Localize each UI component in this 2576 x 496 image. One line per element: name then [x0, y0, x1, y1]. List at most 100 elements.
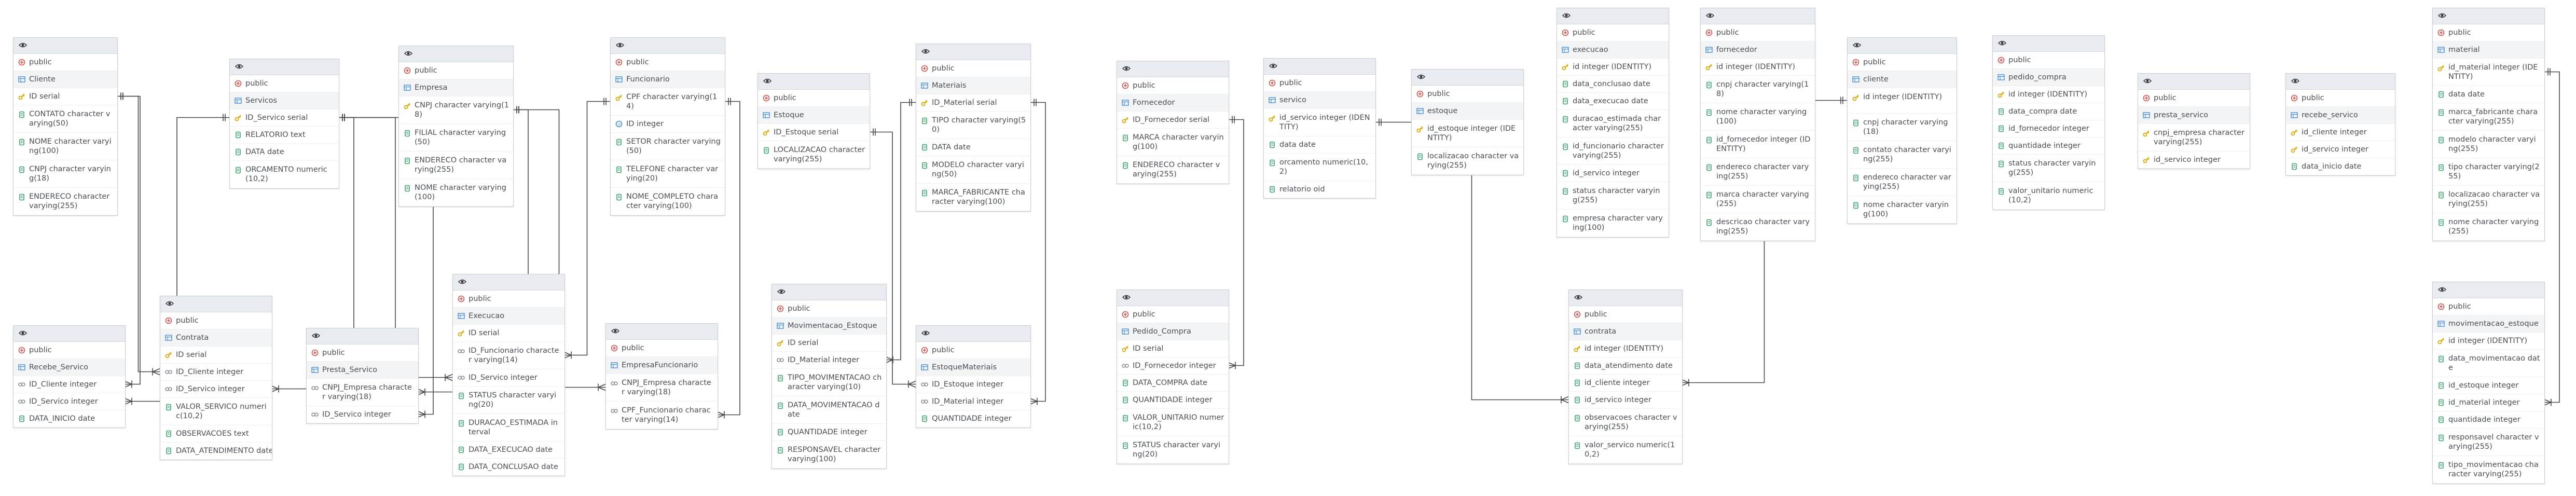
column-row[interactable]: id_servico integer (IDENTITY) [1264, 109, 1375, 136]
column-row[interactable]: OBSERVACOES text [160, 425, 272, 443]
er-diagram-canvas[interactable]: public Cliente ID serial CONTATO character … [0, 0, 2576, 496]
column-row[interactable]: quantidade integer [2433, 411, 2544, 429]
column-row[interactable]: id_estoque integer (IDENTITY) [1412, 120, 1523, 147]
column-row[interactable]: duracao_estimada character varying(255) [1557, 110, 1669, 137]
table-estoquemat1[interactable]: public EstoqueMateriais ID_Estoque integer… [916, 325, 1031, 428]
table-header[interactable] [1569, 290, 1682, 306]
column-row[interactable]: ID serial [160, 347, 272, 364]
table-name-row[interactable]: pedido_compra [1993, 69, 2104, 86]
table-name-row[interactable]: Movimentacao_Estoque [772, 318, 886, 335]
column-row[interactable]: U ID integer [611, 116, 725, 133]
column-row[interactable]: DATA date [916, 139, 1030, 156]
column-row[interactable]: SETOR character varying(50) [611, 133, 725, 160]
table-name-row[interactable]: cliente [1848, 71, 1957, 88]
column-row[interactable]: id integer (IDENTITY) [1557, 59, 1669, 76]
column-row[interactable]: ID_Servico integer [13, 393, 125, 410]
column-row[interactable]: DATA_INICIO date [13, 410, 125, 428]
table-name-row[interactable]: Cliente [13, 71, 117, 88]
column-row[interactable]: NOME character varying(100) [13, 133, 117, 160]
table-name-row[interactable]: Materiais [916, 77, 1030, 94]
table-header[interactable] [606, 324, 718, 340]
table-name-row[interactable]: Servicos [230, 92, 339, 109]
table-header[interactable] [399, 46, 513, 62]
column-row[interactable]: DATA date [230, 144, 339, 161]
column-row[interactable]: ID_Estoque integer [916, 376, 1030, 393]
table-estoque1[interactable]: public Estoque ID_Estoque serial LOCALIZACA… [757, 73, 870, 169]
column-row[interactable]: data_atendimento date [1569, 357, 1682, 375]
table-header[interactable] [758, 74, 870, 90]
column-row[interactable]: status character varying(255) [1557, 182, 1669, 210]
column-row[interactable]: id_cliente integer [1569, 375, 1682, 392]
eye-icon[interactable] [2438, 12, 2446, 19]
column-row[interactable]: CPF character varying(14) [611, 88, 725, 116]
column-row[interactable]: cnpj character varying(18) [1701, 76, 1815, 103]
eye-icon[interactable] [404, 50, 412, 57]
column-row[interactable]: id_funcionario character varying(255) [1557, 137, 1669, 165]
column-row[interactable]: ID_Material serial [916, 94, 1030, 112]
column-row[interactable]: nome character varying(100) [1848, 196, 1957, 224]
table-header[interactable] [1264, 59, 1375, 75]
column-row[interactable]: orcamento numeric(10,2) [1264, 154, 1375, 181]
eye-icon[interactable] [1706, 12, 1714, 19]
table-estoque2[interactable]: public estoque id_estoque integer (IDENTIT… [1411, 69, 1524, 175]
column-row[interactable]: data date [1264, 136, 1375, 154]
table-header[interactable] [772, 284, 886, 300]
column-row[interactable]: ID_Cliente integer [13, 376, 125, 393]
eye-icon[interactable] [1998, 40, 2006, 46]
column-row[interactable]: ID serial [453, 325, 564, 342]
table-name-row[interactable]: EstoqueMateriais [916, 359, 1030, 376]
column-row[interactable]: id integer (IDENTITY) [1993, 86, 2104, 103]
column-row[interactable]: id integer (IDENTITY) [1701, 59, 1815, 76]
column-row[interactable]: data date [2433, 86, 2544, 103]
table-header[interactable] [13, 38, 117, 54]
table-material2[interactable]: public material id_material integer (IDENT… [2432, 8, 2545, 241]
column-row[interactable]: ID_Servico integer [453, 369, 564, 387]
column-row[interactable]: cnpj character varying(18) [1848, 114, 1957, 141]
table-materiais1[interactable]: public Materiais ID_Material serial TIPO ch… [916, 44, 1031, 212]
column-row[interactable]: id_servico integer [1569, 392, 1682, 409]
table-header[interactable] [1117, 290, 1229, 306]
table-header[interactable] [1557, 8, 1669, 24]
column-row[interactable]: tipo_movimentacao character varying(255) [2433, 456, 2544, 484]
column-row[interactable]: data_inicio date [2286, 158, 2395, 175]
column-row[interactable]: ID_Servico integer [307, 406, 418, 423]
table-header[interactable] [1117, 61, 1229, 77]
table-name-row[interactable]: material [2433, 42, 2544, 59]
table-header[interactable] [307, 328, 418, 345]
table-movest1[interactable]: public Movimentacao_Estoque ID serial ID_Ma… [772, 284, 887, 469]
eye-icon[interactable] [616, 42, 624, 48]
table-cliente2[interactable]: public cliente id integer (IDENTITY) cnpj c… [1847, 37, 1957, 224]
column-row[interactable]: TIPO character varying(50) [916, 112, 1030, 139]
column-row[interactable]: TIPO_MOVIMENTACAO character varying(10) [772, 369, 886, 396]
table-name-row[interactable]: presta_servico [2138, 107, 2250, 124]
column-row[interactable]: id_estoque integer [2433, 377, 2544, 394]
eye-icon[interactable] [1853, 42, 1861, 48]
table-header[interactable] [1848, 38, 1957, 54]
column-row[interactable]: CNPJ_Empresa character varying(18) [606, 374, 718, 402]
table-contrata2[interactable]: public contrata id integer (IDENTITY) data_… [1568, 290, 1683, 464]
table-fornecedor2[interactable]: public fornecedor id integer (IDENTITY) cnp… [1700, 8, 1815, 241]
table-header[interactable] [2138, 74, 2250, 90]
column-row[interactable]: responsavel character varying(255) [2433, 429, 2544, 456]
table-header[interactable] [2433, 282, 2544, 298]
column-row[interactable]: ID_Fornecedor serial [1117, 112, 1229, 129]
eye-icon[interactable] [1122, 65, 1131, 72]
table-name-row[interactable]: Execucao [453, 308, 564, 325]
column-row[interactable]: NOME_COMPLETO character varying(100) [611, 188, 725, 215]
table-name-row[interactable]: movimentacao_estoque [2433, 315, 2544, 333]
table-servicos1[interactable]: public Servicos ID_Servico serial RELATORIO… [229, 59, 339, 189]
column-row[interactable]: endereco character varying(255) [1701, 158, 1815, 186]
column-row[interactable]: ORCAMENTO numeric(10,2) [230, 161, 339, 188]
eye-icon[interactable] [611, 328, 619, 334]
column-row[interactable]: data_execucao date [1557, 93, 1669, 110]
column-row[interactable]: VALOR_SERVICO numeric(10,2) [160, 398, 272, 425]
table-fornecedor1[interactable]: public Fornecedor ID_Fornecedor serial MARC… [1117, 61, 1229, 184]
column-row[interactable]: localizacao character varying(255) [1412, 147, 1523, 175]
table-header[interactable] [611, 38, 725, 54]
eye-icon[interactable] [763, 78, 772, 84]
column-row[interactable]: NOME character varying(100) [399, 179, 513, 206]
column-row[interactable]: data_conclusao date [1557, 76, 1669, 93]
eye-icon[interactable] [235, 63, 243, 70]
column-row[interactable]: id_cliente integer [2286, 124, 2395, 141]
eye-icon[interactable] [921, 330, 930, 336]
